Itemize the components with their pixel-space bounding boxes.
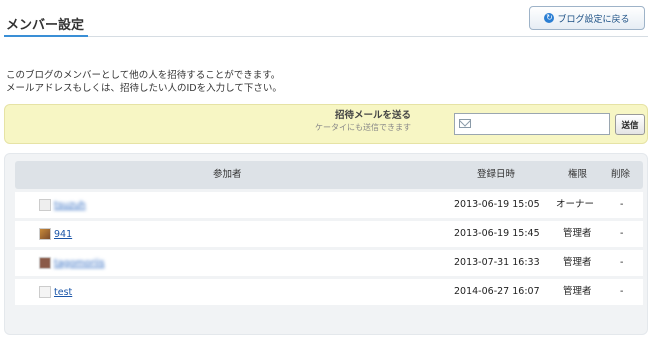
back-to-blog-settings-button[interactable]: ↻ ブログ設定に戻る (529, 6, 645, 30)
title-divider (4, 36, 648, 37)
avatar (39, 199, 51, 211)
member-cell: 941 (39, 228, 72, 240)
member-cell: tagomoriis (39, 257, 105, 269)
delete-cell: - (620, 199, 624, 210)
avatar (39, 257, 51, 269)
mail-icon (459, 119, 471, 128)
header-date: 登録日時 (477, 169, 516, 180)
header-delete: 削除 (611, 169, 631, 180)
table-row: test 2014-06-27 16:07 管理者 - (15, 279, 643, 305)
member-link[interactable]: tsuzuh (54, 200, 86, 211)
member-role: 管理者 (563, 228, 592, 239)
back-button-label: ブログ設定に戻る (557, 14, 630, 25)
member-cell: test (39, 286, 72, 298)
intro-text: このブログのメンバーとして他の人を招待することができます。 メールアドレスもしく… (6, 69, 282, 95)
member-cell: tsuzuh (39, 199, 86, 211)
avatar (39, 286, 51, 298)
intro-line-1: このブログのメンバーとして他の人を招待することができます。 (6, 70, 281, 81)
title-accent-underline (4, 35, 88, 37)
delete-cell: - (620, 286, 624, 297)
registered-date: 2013-06-19 15:45 (454, 228, 540, 239)
member-role: オーナー (556, 199, 595, 210)
header-role: 権限 (568, 169, 588, 180)
header-member: 参加者 (213, 169, 242, 180)
delete-cell: - (620, 257, 624, 268)
member-link[interactable]: tagomoriis (54, 258, 105, 269)
member-link[interactable]: 941 (54, 229, 72, 240)
send-invite-button[interactable]: 送信 (615, 114, 645, 135)
invite-label: 招待メールを送る ケータイにも送信できます (315, 110, 411, 133)
members-panel: 参加者 登録日時 権限 削除 tsuzuh 2013-06-19 15:05 オ… (4, 153, 648, 335)
back-arrow-icon: ↻ (544, 13, 555, 23)
member-role: 管理者 (563, 257, 592, 268)
invite-subtitle: ケータイにも送信できます (315, 123, 411, 132)
registered-date: 2013-06-19 15:05 (454, 199, 540, 210)
invite-title: 招待メールを送る (334, 110, 411, 121)
table-row: tagomoriis 2013-07-31 16:33 管理者 - (15, 250, 643, 276)
avatar (39, 228, 51, 240)
table-row: tsuzuh 2013-06-19 15:05 オーナー - (15, 192, 643, 218)
member-role: 管理者 (563, 286, 592, 297)
member-link[interactable]: test (54, 287, 72, 298)
invite-email-input[interactable] (454, 113, 610, 135)
delete-cell: - (620, 228, 624, 239)
page-title: メンバー設定 (6, 18, 85, 33)
table-row: 941 2013-06-19 15:45 管理者 - (15, 221, 643, 247)
intro-line-2: メールアドレスもしくは、招待したい人のIDを入力して下さい。 (6, 83, 282, 94)
registered-date: 2014-06-27 16:07 (454, 286, 540, 297)
table-header: 参加者 登録日時 権限 削除 (15, 161, 643, 189)
invite-form: 招待メールを送る ケータイにも送信できます 送信 (4, 104, 648, 144)
registered-date: 2013-07-31 16:33 (454, 257, 540, 268)
